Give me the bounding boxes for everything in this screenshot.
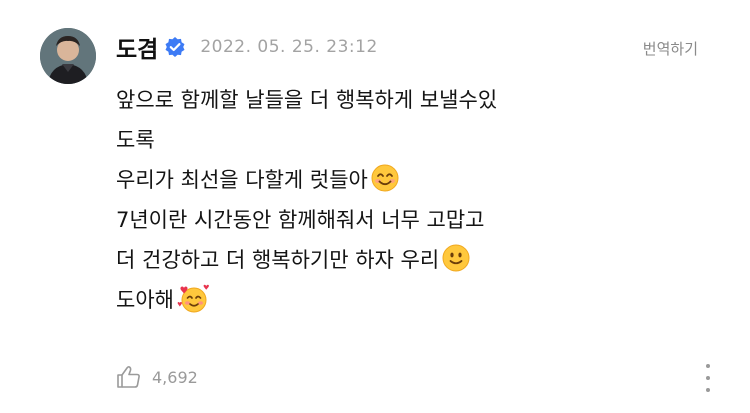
smiling-face-with-hearts-icon	[177, 284, 209, 313]
avatar[interactable]	[40, 28, 96, 84]
dot	[706, 388, 710, 392]
post-text-line: 더 건강하고 더 행복하기만 하자 우리	[116, 240, 636, 280]
slightly-smiling-face-icon	[442, 244, 470, 272]
author-name[interactable]: 도겸	[116, 30, 158, 64]
like-count: 4,692	[152, 367, 198, 387]
more-options-icon[interactable]	[700, 364, 716, 392]
post-text-line: 도록	[116, 128, 155, 152]
post-body: 앞으로 함께할 날들을 더 행복하게 보낼수있 도록 우리가 최선을 다할게 럿…	[116, 80, 636, 320]
post-text-line: 앞으로 함께할 날들을 더 행복하게 보낼수있	[116, 88, 498, 112]
like-button[interactable]	[116, 364, 142, 390]
post-footer: 4,692	[116, 364, 198, 390]
post-timestamp: 2022. 05. 25. 23:12	[200, 37, 378, 57]
post-card: 도겸 2022. 05. 25. 23:12 번역하기 앞으로 함께할 날들을 …	[0, 0, 750, 413]
translate-button[interactable]: 번역하기	[643, 38, 698, 59]
dot	[706, 376, 710, 380]
thumbs-up-icon	[117, 366, 140, 388]
post-text-line: 우리가 최선을 다할게 럿들아	[116, 160, 636, 200]
post-text-line: 7년이란 시간동안 함께해줘서 너무 고맙고	[116, 208, 485, 232]
dot	[706, 364, 710, 368]
post-header: 도겸 2022. 05. 25. 23:12	[116, 30, 378, 64]
smiling-face-with-smiling-eyes-icon	[371, 164, 399, 192]
avatar-photo	[40, 28, 96, 84]
verified-badge-icon	[164, 36, 186, 58]
post-text-line: 도아해	[116, 280, 636, 320]
